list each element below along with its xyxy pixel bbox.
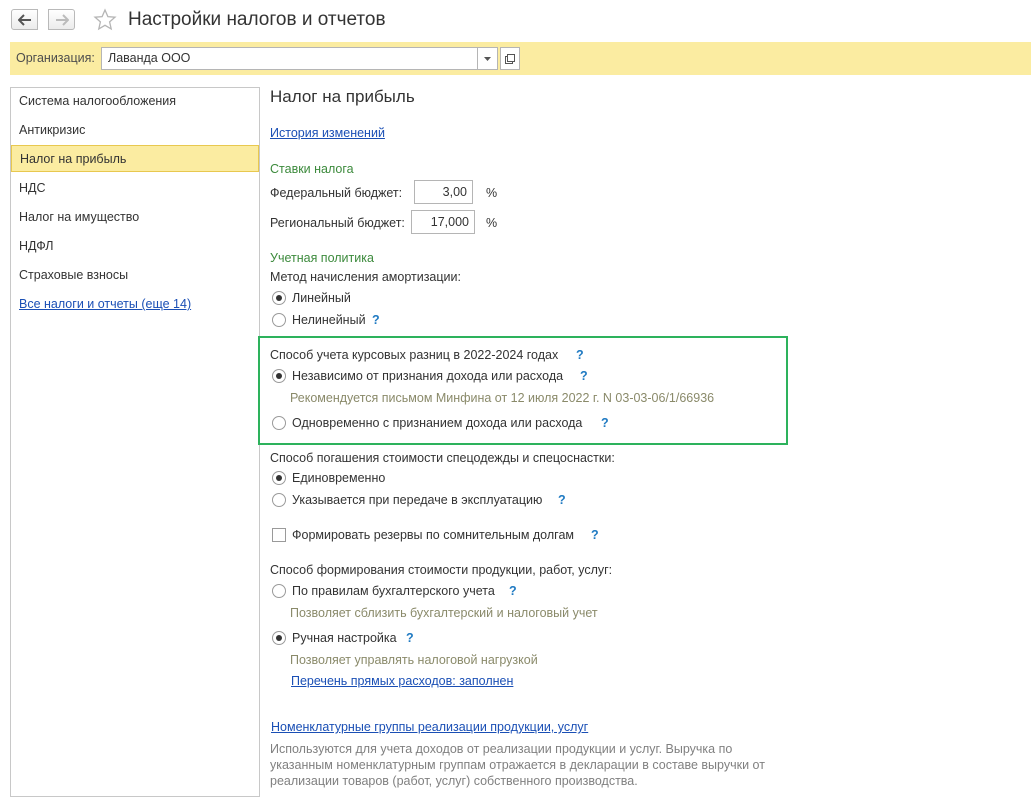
- amort-linear-label[interactable]: Линейный: [292, 291, 351, 305]
- favorite-star-icon[interactable]: [93, 8, 117, 32]
- amort-linear-radio[interactable]: [272, 291, 286, 305]
- cost-method-label: Способ формирования стоимости продукции,…: [270, 563, 613, 577]
- cost-manual-hint: Позволяет управлять налоговой нагрузкой: [290, 653, 538, 667]
- forward-button[interactable]: [48, 9, 75, 30]
- reserves-label[interactable]: Формировать резервы по сомнительным долг…: [292, 528, 574, 542]
- sidebar-item-tax-system[interactable]: Система налогообложения: [11, 88, 259, 115]
- workwear-transfer-radio[interactable]: [272, 493, 286, 507]
- policy-group-title: Учетная политика: [270, 251, 374, 265]
- sidebar-item-vat[interactable]: НДС: [11, 175, 259, 202]
- help-icon[interactable]: ?: [509, 584, 517, 598]
- direct-costs-link[interactable]: Перечень прямых расходов: заполнен: [291, 674, 513, 688]
- nomenclature-description: Используются для учета доходов от реализ…: [270, 742, 765, 788]
- amort-nonlinear-label[interactable]: Нелинейный: [292, 313, 366, 327]
- section-title: Налог на прибыль: [270, 87, 415, 106]
- help-icon[interactable]: ?: [406, 631, 414, 645]
- sidebar-item-anticrisis[interactable]: Антикризис: [11, 117, 259, 144]
- arrow-right-icon: [55, 13, 69, 26]
- federal-unit: %: [486, 186, 498, 200]
- federal-budget-label: Федеральный бюджет:: [270, 186, 403, 200]
- regional-budget-label: Региональный бюджет:: [270, 216, 405, 230]
- organization-label: Организация:: [16, 51, 95, 65]
- federal-rate-input[interactable]: [414, 180, 473, 204]
- back-button[interactable]: [11, 9, 38, 30]
- rates-group-title: Ставки налога: [270, 162, 354, 176]
- history-link[interactable]: История изменений: [270, 126, 385, 140]
- help-icon[interactable]: ?: [372, 313, 380, 327]
- regional-rate-input[interactable]: [411, 210, 475, 234]
- workwear-once-label[interactable]: Единовременно: [292, 471, 385, 485]
- help-icon[interactable]: ?: [558, 493, 566, 507]
- workwear-label: Способ погашения стоимости спецодежды и …: [270, 451, 615, 465]
- workwear-transfer-label[interactable]: Указывается при передаче в эксплуатацию: [292, 493, 542, 507]
- cost-accounting-label[interactable]: По правилам бухгалтерского учета: [292, 584, 495, 598]
- regional-unit: %: [486, 216, 498, 230]
- workwear-once-radio[interactable]: [272, 471, 286, 485]
- cost-manual-label[interactable]: Ручная настройка: [292, 631, 397, 645]
- help-icon[interactable]: ?: [591, 528, 599, 542]
- sidebar-item-insurance[interactable]: Страховые взносы: [11, 262, 259, 289]
- sidebar-item-ndfl[interactable]: НДФЛ: [11, 233, 259, 260]
- cost-manual-radio[interactable]: [272, 631, 286, 645]
- sidebar-item-property-tax[interactable]: Налог на имущество: [11, 204, 259, 231]
- amortization-label: Метод начисления амортизации:: [270, 270, 461, 284]
- cost-accounting-hint: Позволяет сблизить бухгалтерский и налог…: [290, 606, 598, 620]
- cost-accounting-radio[interactable]: [272, 584, 286, 598]
- highlight-frame: [258, 336, 788, 445]
- arrow-left-icon: [17, 13, 31, 26]
- reserves-checkbox[interactable]: [272, 528, 286, 542]
- amort-nonlinear-radio[interactable]: [272, 313, 286, 327]
- nomenclature-groups-link[interactable]: Номенклатурные группы реализации продукц…: [271, 720, 588, 734]
- all-taxes-link[interactable]: Все налоги и отчеты (еще 14): [19, 297, 191, 311]
- sidebar-item-profit-tax[interactable]: Налог на прибыль: [11, 145, 259, 172]
- tax-sections-sidebar: Система налогообложения Антикризис Налог…: [10, 87, 260, 797]
